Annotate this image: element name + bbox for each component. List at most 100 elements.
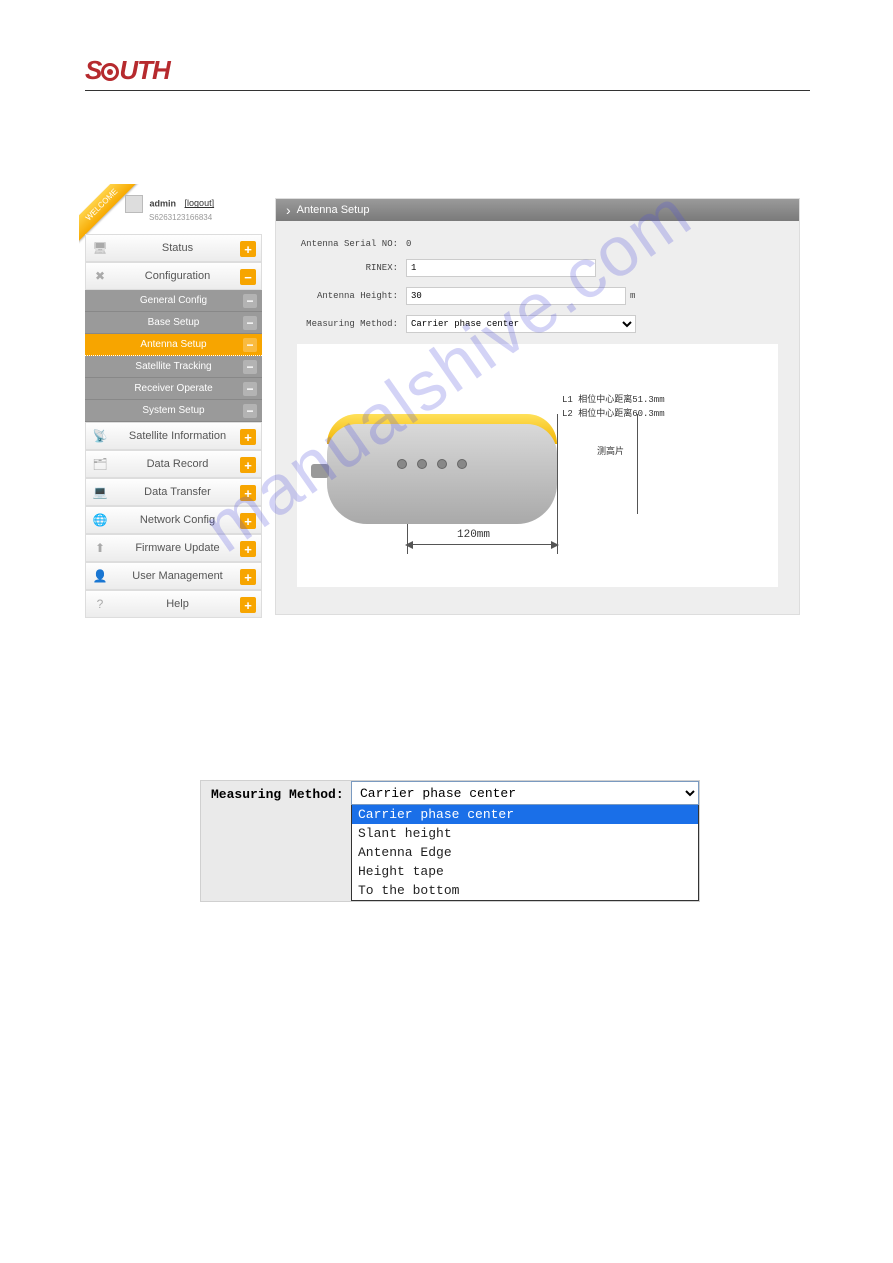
diagram-tab-text: 测高片 <box>597 444 624 457</box>
user-icon: 👤 <box>86 569 114 583</box>
device-body <box>327 424 557 524</box>
sidebar-item-data-record[interactable]: 🗂 Data Record + <box>85 450 262 478</box>
expand-icon[interactable]: + <box>240 597 256 613</box>
subitem-satellite-tracking[interactable]: Satellite Tracking − <box>85 356 262 378</box>
subitem-general-config[interactable]: General Config − <box>85 290 262 312</box>
subitem-label: General Config <box>140 295 207 306</box>
subitem-label: Satellite Tracking <box>135 361 211 372</box>
row-rinex: RINEX: <box>286 259 789 277</box>
record-icon: 🗂 <box>86 457 114 471</box>
dim-tick <box>407 524 408 554</box>
unit-antenna-height: m <box>630 291 635 301</box>
select-measuring-method[interactable]: Carrier phase center <box>406 315 636 333</box>
subitem-antenna-setup[interactable]: Antenna Setup − <box>85 334 262 356</box>
dim-width-line <box>407 544 557 545</box>
subitem-receiver-operate[interactable]: Receiver Operate − <box>85 378 262 400</box>
label-antenna-height: Antenna Height: <box>286 291 406 301</box>
sidebar-item-firmware-update[interactable]: ⬆ Firmware Update + <box>85 534 262 562</box>
content-title: Antenna Setup <box>297 204 370 216</box>
minus-icon: − <box>243 294 257 308</box>
dim-line <box>637 414 638 514</box>
logout-link[interactable]: [logout] <box>185 198 215 208</box>
detail-select[interactable]: Carrier phase center <box>351 781 699 805</box>
input-antenna-height[interactable] <box>406 287 626 305</box>
sidebar-item-help[interactable]: ? Help + <box>85 590 262 618</box>
input-rinex[interactable] <box>406 259 596 277</box>
sidebar-item-label: Data Transfer <box>114 486 261 498</box>
minus-icon: − <box>243 382 257 396</box>
content-pane: Antenna Setup Antenna Serial NO: 0 RINEX… <box>275 198 800 615</box>
minus-icon: − <box>243 360 257 374</box>
help-icon: ? <box>86 597 114 611</box>
antenna-diagram: L1 相位中心距离51.3mm L2 相位中心距离60.3mm 测高片 120m… <box>296 343 779 588</box>
led-icon <box>417 459 427 469</box>
sidebar-item-label: Help <box>114 598 261 610</box>
sidebar-item-user-management[interactable]: 👤 User Management + <box>85 562 262 590</box>
expand-icon[interactable]: + <box>240 541 256 557</box>
sidebar-item-label: User Management <box>114 570 261 582</box>
subitem-label: Antenna Setup <box>140 339 206 350</box>
measuring-method-detail: Measuring Method: Carrier phase center C… <box>200 780 700 902</box>
sidebar-item-label: Satellite Information <box>114 430 261 442</box>
collapse-icon[interactable]: − <box>240 269 256 285</box>
subitem-base-setup[interactable]: Base Setup − <box>85 312 262 334</box>
satellite-icon: 📡 <box>86 429 114 443</box>
sidebar-item-label: Data Record <box>114 458 261 470</box>
diagram-dim-text: 120mm <box>457 529 490 541</box>
row-antenna-serial: Antenna Serial NO: 0 <box>286 239 789 249</box>
diagram-l2-text: L2 相位中心距离60.3mm <box>562 406 665 419</box>
sidebar-item-network-config[interactable]: 🌐 Network Config + <box>85 506 262 534</box>
expand-icon[interactable]: + <box>240 569 256 585</box>
tools-icon: ✖ <box>86 269 114 283</box>
label-measuring-method: Measuring Method: <box>286 319 406 329</box>
option-to-the-bottom[interactable]: To the bottom <box>352 881 698 900</box>
user-info: admin [logout] S6263123166834 <box>125 195 214 222</box>
minus-icon: − <box>243 316 257 330</box>
avatar-icon <box>125 195 143 213</box>
sidebar-item-satellite-information[interactable]: 📡 Satellite Information + <box>85 422 262 450</box>
brand-logo: SUTH <box>85 55 170 86</box>
content-header: Antenna Setup <box>276 199 799 221</box>
subitem-system-setup[interactable]: System Setup − <box>85 400 262 422</box>
value-antenna-serial: 0 <box>406 239 411 249</box>
sidebar: 🖥 Status + ✖ Configuration − General Con… <box>85 234 262 618</box>
device-serial: S6263123166834 <box>149 213 214 222</box>
row-measuring-method: Measuring Method: Carrier phase center <box>286 315 789 333</box>
minus-icon: − <box>243 404 257 418</box>
sidebar-item-label: Configuration <box>114 270 261 282</box>
option-carrier-phase-center[interactable]: Carrier phase center <box>352 805 698 824</box>
dim-tick <box>557 524 558 554</box>
subitem-label: System Setup <box>142 405 204 416</box>
expand-icon[interactable]: + <box>240 485 256 501</box>
sidebar-item-configuration[interactable]: ✖ Configuration − <box>85 262 262 290</box>
subitem-label: Receiver Operate <box>134 383 212 394</box>
device-led-row <box>397 459 467 469</box>
detail-options-list: Carrier phase center Slant height Antenn… <box>351 805 699 901</box>
app-screenshot: WELCOME admin [logout] S6263123166834 🖥 … <box>85 190 805 620</box>
sidebar-item-status[interactable]: 🖥 Status + <box>85 234 262 262</box>
option-slant-height[interactable]: Slant height <box>352 824 698 843</box>
sidebar-item-label: Firmware Update <box>114 542 261 554</box>
led-icon <box>457 459 467 469</box>
option-antenna-edge[interactable]: Antenna Edge <box>352 843 698 862</box>
upload-icon: ⬆ <box>86 541 114 555</box>
sidebar-item-label: Network Config <box>114 514 261 526</box>
header-rule <box>85 90 810 91</box>
expand-icon[interactable]: + <box>240 429 256 445</box>
sidebar-item-label: Status <box>114 242 261 254</box>
transfer-icon: 💻 <box>86 485 114 499</box>
row-antenna-height: Antenna Height: m <box>286 287 789 305</box>
expand-icon[interactable]: + <box>240 457 256 473</box>
diagram-l1-text: L1 相位中心距离51.3mm <box>562 392 665 405</box>
expand-icon[interactable]: + <box>240 241 256 257</box>
dim-line <box>557 414 558 534</box>
device-connector <box>311 464 329 478</box>
option-height-tape[interactable]: Height tape <box>352 862 698 881</box>
monitor-icon: 🖥 <box>86 241 114 255</box>
detail-label: Measuring Method: <box>201 781 351 808</box>
sidebar-item-data-transfer[interactable]: 💻 Data Transfer + <box>85 478 262 506</box>
minus-icon: − <box>243 338 257 352</box>
expand-icon[interactable]: + <box>240 513 256 529</box>
subitem-label: Base Setup <box>148 317 200 328</box>
user-name: admin <box>150 198 177 208</box>
